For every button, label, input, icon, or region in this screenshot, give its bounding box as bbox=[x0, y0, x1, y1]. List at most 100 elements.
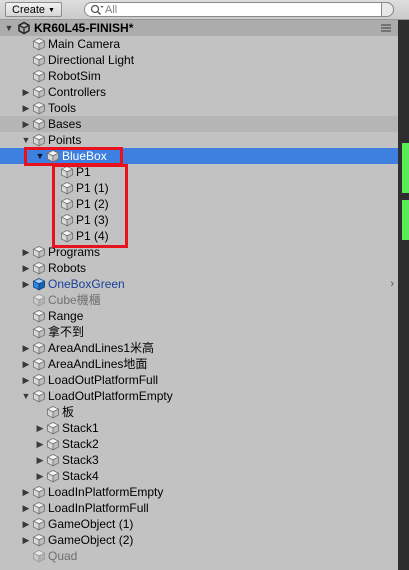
collapsed-arrow-icon[interactable]: ▶ bbox=[20, 356, 32, 372]
collapsed-arrow-icon[interactable]: ▶ bbox=[34, 420, 46, 436]
hierarchy-row-label: Directional Light bbox=[48, 53, 135, 67]
gameobject-icon bbox=[46, 438, 60, 451]
hierarchy-row[interactable]: ▶ Stack3 bbox=[0, 452, 398, 468]
collapsed-arrow-icon[interactable]: ▶ bbox=[20, 260, 32, 276]
dropdown-caret-icon: ▼ bbox=[48, 7, 55, 14]
hierarchy-row-label: RobotSim bbox=[48, 69, 101, 83]
expanded-arrow-icon[interactable]: ▼ bbox=[3, 20, 15, 36]
hierarchy-row[interactable]: Range bbox=[0, 308, 398, 324]
search-input[interactable] bbox=[105, 3, 365, 16]
hierarchy-row-label: Quad bbox=[48, 549, 78, 563]
scene-menu-icon[interactable] bbox=[380, 23, 392, 33]
collapsed-arrow-icon[interactable]: ▶ bbox=[34, 452, 46, 468]
collapsed-arrow-icon[interactable]: ▶ bbox=[20, 116, 32, 132]
hierarchy-row-label: Cube機櫃 bbox=[48, 293, 101, 307]
prefab-icon bbox=[32, 278, 46, 291]
collapsed-arrow-icon[interactable]: ▶ bbox=[20, 244, 32, 260]
create-label: Create bbox=[12, 4, 46, 16]
gameobject-icon bbox=[32, 262, 46, 275]
gameobject-icon bbox=[32, 54, 46, 67]
collapsed-arrow-icon[interactable]: ▶ bbox=[34, 436, 46, 452]
hierarchy-row-label: Range bbox=[48, 309, 84, 323]
hierarchy-row[interactable]: Quad bbox=[0, 548, 398, 564]
collapsed-arrow-icon[interactable]: ▶ bbox=[34, 468, 46, 484]
hierarchy-row-label: AreaAndLines1米高 bbox=[48, 341, 155, 355]
hierarchy-row-label: LoadInPlatformFull bbox=[48, 501, 149, 515]
hierarchy-row[interactable]: ▶ OneBoxGreen › bbox=[0, 276, 398, 292]
hierarchy-tree: ▼ KR60L45-FINISH* Main Camera Directional… bbox=[0, 20, 398, 570]
gameobject-icon bbox=[32, 38, 46, 51]
scene-title: KR60L45-FINISH* bbox=[34, 21, 134, 35]
expanded-arrow-icon[interactable]: ▼ bbox=[20, 132, 32, 148]
collapsed-arrow-icon[interactable]: ▶ bbox=[20, 340, 32, 356]
hierarchy-row[interactable]: ▶ Stack2 bbox=[0, 436, 398, 452]
collapsed-arrow-icon[interactable]: ▶ bbox=[20, 100, 32, 116]
hierarchy-row[interactable]: ▶ Robots bbox=[0, 260, 398, 276]
hierarchy-row-label: Stack4 bbox=[62, 469, 99, 483]
hierarchy-row-label: Points bbox=[48, 133, 82, 147]
search-icon[interactable] bbox=[90, 4, 104, 16]
hierarchy-row[interactable]: Directional Light bbox=[0, 52, 398, 68]
create-dropdown-button[interactable]: Create ▼ bbox=[5, 2, 62, 17]
hierarchy-row[interactable]: ▶ Tools bbox=[0, 100, 398, 116]
hierarchy-row[interactable]: ▶ AreaAndLines1米高 bbox=[0, 340, 398, 356]
collapsed-arrow-icon[interactable]: ▶ bbox=[20, 372, 32, 388]
hierarchy-row[interactable]: RobotSim bbox=[0, 68, 398, 84]
scene-header-row[interactable]: ▼ KR60L45-FINISH* bbox=[0, 20, 398, 36]
collapsed-arrow-icon[interactable]: ▶ bbox=[20, 84, 32, 100]
gameobject-icon bbox=[32, 102, 46, 115]
gameobject-icon bbox=[32, 534, 46, 547]
collapsed-arrow-icon[interactable]: ▶ bbox=[20, 484, 32, 500]
gameobject-icon bbox=[46, 406, 60, 419]
hierarchy-row-label: Bases bbox=[48, 117, 82, 131]
hierarchy-row[interactable]: ▶ Bases bbox=[0, 116, 398, 132]
hierarchy-row-label: LoadOutPlatformEmpty bbox=[48, 389, 173, 403]
hierarchy-row[interactable]: ▶ AreaAndLines地面 bbox=[0, 356, 398, 372]
hierarchy-row[interactable]: ▶ LoadInPlatformFull bbox=[0, 500, 398, 516]
hierarchy-row[interactable]: Cube機櫃 bbox=[0, 292, 398, 308]
gameobject-icon bbox=[46, 422, 60, 435]
hierarchy-row[interactable]: ▼ Points bbox=[0, 132, 398, 148]
collapsed-arrow-icon[interactable]: ▶ bbox=[20, 500, 32, 516]
hierarchy-row-label: GameObject (1) bbox=[48, 517, 134, 531]
prefab-open-chevron-icon[interactable]: › bbox=[390, 276, 394, 292]
gameobject-icon bbox=[32, 374, 46, 387]
green-object-edge bbox=[402, 143, 409, 193]
hierarchy-row-label: OneBoxGreen bbox=[48, 277, 125, 291]
collapsed-arrow-icon[interactable]: ▶ bbox=[20, 532, 32, 548]
hierarchy-row-label: LoadOutPlatformFull bbox=[48, 373, 159, 387]
expanded-arrow-icon[interactable]: ▼ bbox=[20, 388, 32, 404]
hierarchy-row[interactable]: ▶ LoadInPlatformEmpty bbox=[0, 484, 398, 500]
hierarchy-row[interactable]: ▶ GameObject (1) bbox=[0, 516, 398, 532]
gameobject-icon bbox=[32, 294, 46, 307]
hierarchy-row[interactable]: 拿不到 bbox=[0, 324, 398, 340]
gameobject-icon bbox=[32, 550, 46, 563]
hierarchy-row[interactable]: ▶ LoadOutPlatformFull bbox=[0, 372, 398, 388]
hierarchy-row-label: Stack3 bbox=[62, 453, 99, 467]
hierarchy-row[interactable]: ▶ Stack4 bbox=[0, 468, 398, 484]
gameobject-icon bbox=[32, 518, 46, 531]
hierarchy-row-label: LoadInPlatformEmpty bbox=[48, 485, 164, 499]
hierarchy-row-label: 板 bbox=[62, 405, 75, 419]
gameobject-icon bbox=[32, 486, 46, 499]
hierarchy-row[interactable]: ▶ Stack1 bbox=[0, 420, 398, 436]
gameobject-icon bbox=[32, 358, 46, 371]
hierarchy-row[interactable]: Main Camera bbox=[0, 36, 398, 52]
gameobject-icon bbox=[32, 502, 46, 515]
collapsed-arrow-icon[interactable]: ▶ bbox=[20, 276, 32, 292]
gameobject-icon bbox=[32, 246, 46, 259]
hierarchy-row[interactable]: ▶ GameObject (2) bbox=[0, 532, 398, 548]
hierarchy-row-label: Controllers bbox=[48, 85, 107, 99]
search-clear-button[interactable] bbox=[381, 2, 394, 17]
gameobject-icon bbox=[32, 70, 46, 83]
hierarchy-row[interactable]: 板 bbox=[0, 404, 398, 420]
collapsed-arrow-icon[interactable]: ▶ bbox=[20, 516, 32, 532]
hierarchy-row-label: GameObject (2) bbox=[48, 533, 134, 547]
gameobject-icon bbox=[32, 118, 46, 131]
hierarchy-toolbar: Create ▼ bbox=[0, 0, 409, 20]
hierarchy-row-label: Main Camera bbox=[48, 37, 121, 51]
search-field[interactable] bbox=[84, 2, 394, 17]
scene-view-edge bbox=[398, 20, 409, 570]
hierarchy-row[interactable]: ▶ Controllers bbox=[0, 84, 398, 100]
hierarchy-row[interactable]: ▼ LoadOutPlatformEmpty bbox=[0, 388, 398, 404]
